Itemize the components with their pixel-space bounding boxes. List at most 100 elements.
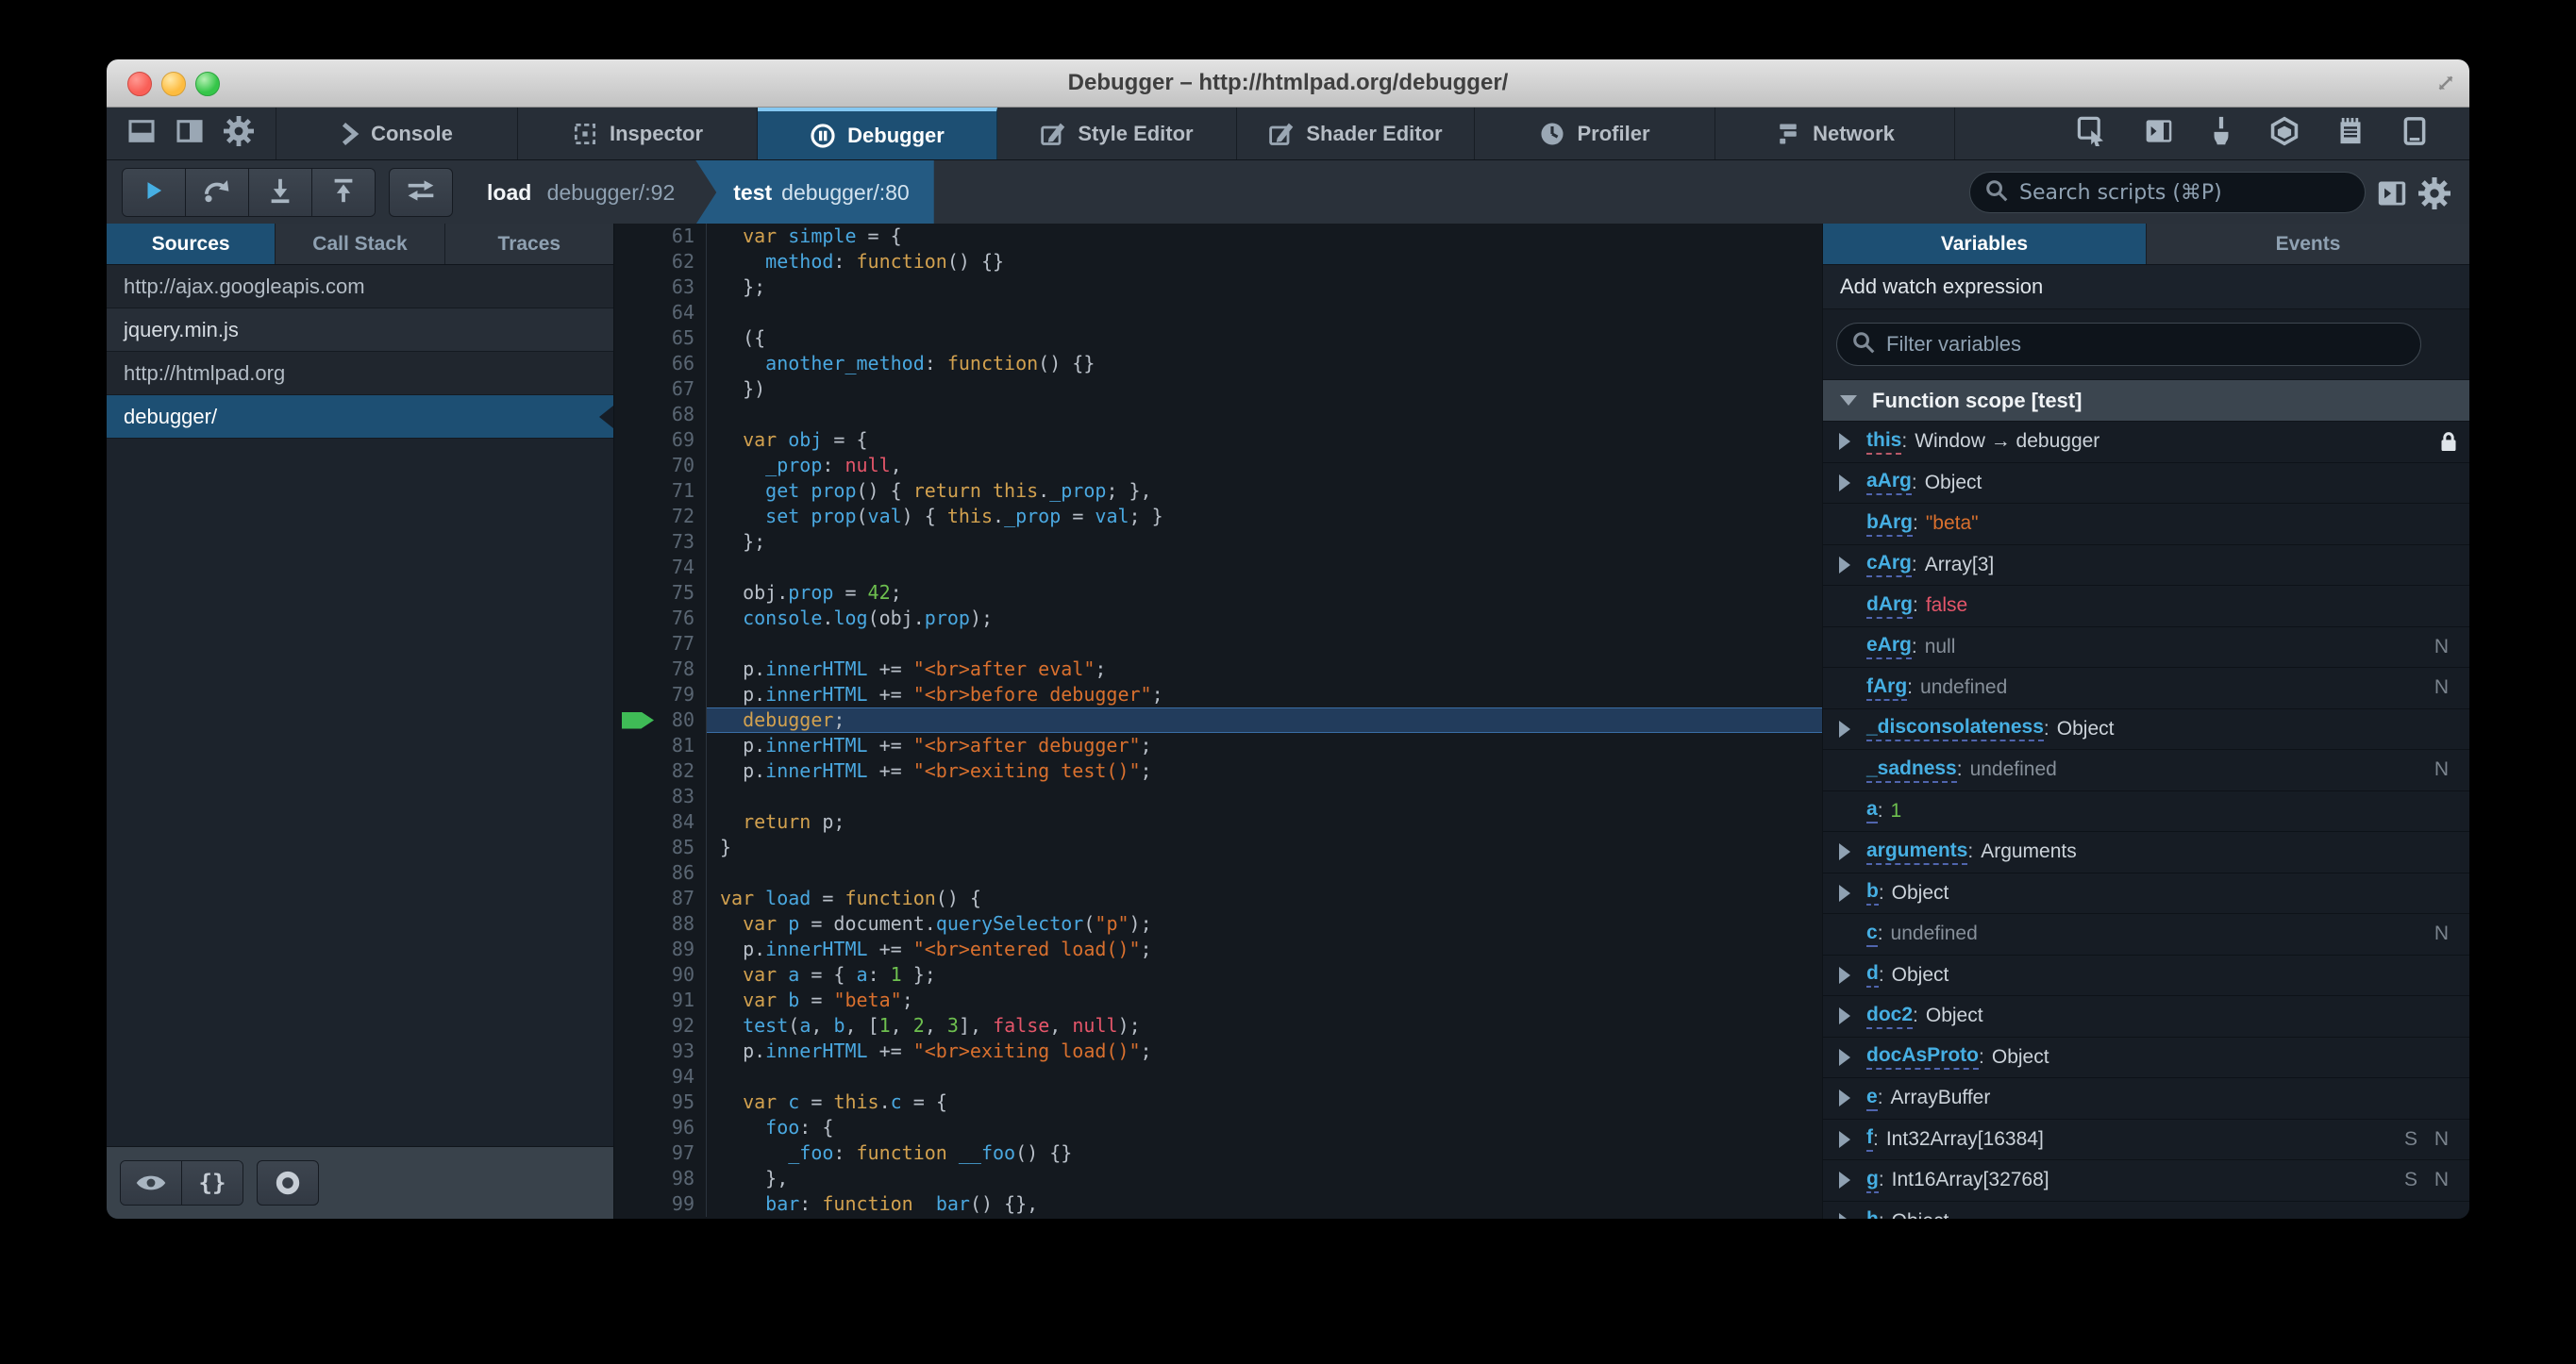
tab-network[interactable]: Network [1715, 108, 1955, 159]
code-line[interactable]: 68 [614, 402, 1822, 427]
line-number-gutter[interactable]: 65 [614, 325, 707, 351]
pretty-print-eye-button[interactable] [121, 1161, 182, 1205]
tilt-3d-icon[interactable] [2269, 116, 2300, 151]
line-number-gutter[interactable]: 84 [614, 809, 707, 835]
variable-row[interactable]: cArg: Array[3] [1823, 545, 2469, 586]
gear-icon[interactable] [224, 116, 255, 151]
variable-value[interactable]: Object [1926, 1005, 1983, 1027]
code-line[interactable]: 97 _foo: function __foo() {} [614, 1140, 1822, 1166]
variable-value[interactable]: Int16Array[32768] [1892, 1169, 2049, 1191]
dock-bottom-icon[interactable] [128, 120, 155, 147]
source-item[interactable]: jquery.min.js [107, 308, 613, 352]
line-number-gutter[interactable]: 64 [614, 300, 707, 325]
variable-row[interactable]: _sadness: undefined N [1823, 750, 2469, 791]
line-number-gutter[interactable]: 61 [614, 224, 707, 249]
variable-value[interactable]: Int32Array[16384] [1886, 1128, 2044, 1151]
variable-name[interactable]: cArg [1866, 552, 1912, 578]
line-number-gutter[interactable]: 95 [614, 1090, 707, 1115]
variable-value[interactable]: Array[3] [1925, 554, 1995, 576]
resume-button[interactable] [123, 169, 186, 216]
code-line[interactable]: 61 var simple = { [614, 224, 1822, 249]
variable-value[interactable]: undefined [1920, 676, 2007, 699]
variable-value[interactable]: Object [1925, 472, 1982, 494]
variable-name[interactable]: eArg [1866, 634, 1912, 660]
code-line[interactable]: 87 var load = function() { [614, 886, 1822, 911]
code-line[interactable]: 83 [614, 784, 1822, 809]
expand-arrow[interactable] [1823, 556, 1866, 574]
source-item[interactable]: http://ajax.googleapis.com [107, 265, 613, 308]
sidebar-tab-traces[interactable]: Traces [445, 224, 613, 264]
line-number-gutter[interactable]: 68 [614, 402, 707, 427]
variable-row[interactable]: this: Window → debugger [1823, 422, 2469, 463]
tab-debugger[interactable]: Debugger [758, 108, 997, 159]
debugger-settings-gear-icon[interactable] [2418, 177, 2451, 214]
code-line[interactable]: 82 p.innerHTML += "<br>exiting test()"; [614, 758, 1822, 784]
line-number-gutter[interactable]: 77 [614, 631, 707, 657]
line-number-gutter[interactable]: 89 [614, 937, 707, 962]
code-line[interactable]: 67 }) [614, 376, 1822, 402]
code-line[interactable]: 72 set prop(val) { this._prop = val; } [614, 504, 1822, 529]
variable-name[interactable]: d [1866, 962, 1879, 989]
variable-row[interactable]: d: Object [1823, 956, 2469, 996]
expand-arrow[interactable] [1823, 1172, 1866, 1189]
step-in-button[interactable] [249, 169, 312, 216]
resize-icon[interactable] [2434, 71, 2458, 100]
variable-row[interactable]: dArg: false [1823, 586, 2469, 627]
step-over-button[interactable] [186, 169, 249, 216]
line-number-gutter[interactable]: 85 [614, 835, 707, 860]
sidebar-tab-call-stack[interactable]: Call Stack [276, 224, 445, 264]
line-number-gutter[interactable]: 94 [614, 1064, 707, 1090]
tab-style-editor[interactable]: Style Editor [997, 108, 1237, 159]
code-line[interactable]: 89 p.innerHTML += "<br>entered load()"; [614, 937, 1822, 962]
line-number-gutter[interactable]: 98 [614, 1166, 707, 1191]
code-line[interactable]: 80 debugger; [614, 707, 1822, 733]
paintbrush-icon[interactable] [2211, 116, 2232, 151]
code-line[interactable]: 93 p.innerHTML += "<br>exiting load()"; [614, 1039, 1822, 1064]
line-number-gutter[interactable]: 97 [614, 1140, 707, 1166]
code-line[interactable]: 66 another_method: function() {} [614, 351, 1822, 376]
variable-row[interactable]: aArg: Object [1823, 463, 2469, 504]
variable-row[interactable]: _disconsolateness: Object [1823, 709, 2469, 750]
code-line[interactable]: 84 return p; [614, 809, 1822, 835]
callstack-breadcrumb-current[interactable]: test debugger/:80 [695, 160, 934, 225]
filter-variables-input[interactable] [1884, 331, 2405, 358]
line-number-gutter[interactable]: 73 [614, 529, 707, 555]
variable-row[interactable]: e: ArrayBuffer [1823, 1078, 2469, 1120]
toggle-panel-icon[interactable] [2377, 179, 2407, 212]
split-console-icon[interactable] [2145, 118, 2173, 149]
variable-value[interactable]: Object [1992, 1046, 2049, 1069]
variable-name[interactable]: f [1866, 1126, 1873, 1153]
expand-arrow[interactable] [1823, 966, 1866, 984]
variable-name[interactable]: fArg [1866, 675, 1908, 701]
variable-row[interactable]: h: Object [1823, 1202, 2469, 1219]
variable-row[interactable]: fArg: undefined N [1823, 668, 2469, 709]
line-number-gutter[interactable]: 90 [614, 962, 707, 988]
add-watch-expression[interactable]: Add watch expression [1823, 265, 2469, 309]
panel-tab-events[interactable]: Events [2147, 224, 2469, 264]
line-number-gutter[interactable]: 96 [614, 1115, 707, 1140]
variable-name[interactable]: _sadness [1866, 757, 1957, 783]
variable-name[interactable]: h [1866, 1208, 1879, 1219]
code-line[interactable]: 95 var c = this.c = { [614, 1090, 1822, 1115]
code-line[interactable]: 71 get prop() { return this._prop; }, [614, 478, 1822, 504]
panel-tab-variables[interactable]: Variables [1823, 224, 2147, 264]
variable-name[interactable]: g [1866, 1168, 1879, 1193]
code-line[interactable]: 69 var obj = { [614, 427, 1822, 453]
scope-header[interactable]: Function scope [test] [1823, 380, 2469, 422]
variable-name[interactable]: docAsProto [1866, 1044, 1980, 1071]
variable-value[interactable]: Object [1892, 964, 1949, 987]
variable-name[interactable]: aArg [1866, 470, 1912, 496]
blackbox-button[interactable] [389, 168, 453, 217]
line-number-gutter[interactable]: 62 [614, 249, 707, 274]
code-line[interactable]: 63 }; [614, 274, 1822, 300]
code-line[interactable]: 73 }; [614, 529, 1822, 555]
line-number-gutter[interactable]: 81 [614, 733, 707, 758]
code-line[interactable]: 79 p.innerHTML += "<br>before debugger"; [614, 682, 1822, 707]
expand-arrow[interactable] [1823, 1090, 1866, 1107]
braces-button[interactable]: {} [182, 1161, 243, 1205]
code-line[interactable]: 85} [614, 835, 1822, 860]
variable-row[interactable]: b: Object [1823, 873, 2469, 914]
variable-value[interactable]: Object [1892, 882, 1949, 905]
code-line[interactable]: 74 [614, 555, 1822, 580]
expand-arrow[interactable] [1823, 1007, 1866, 1025]
